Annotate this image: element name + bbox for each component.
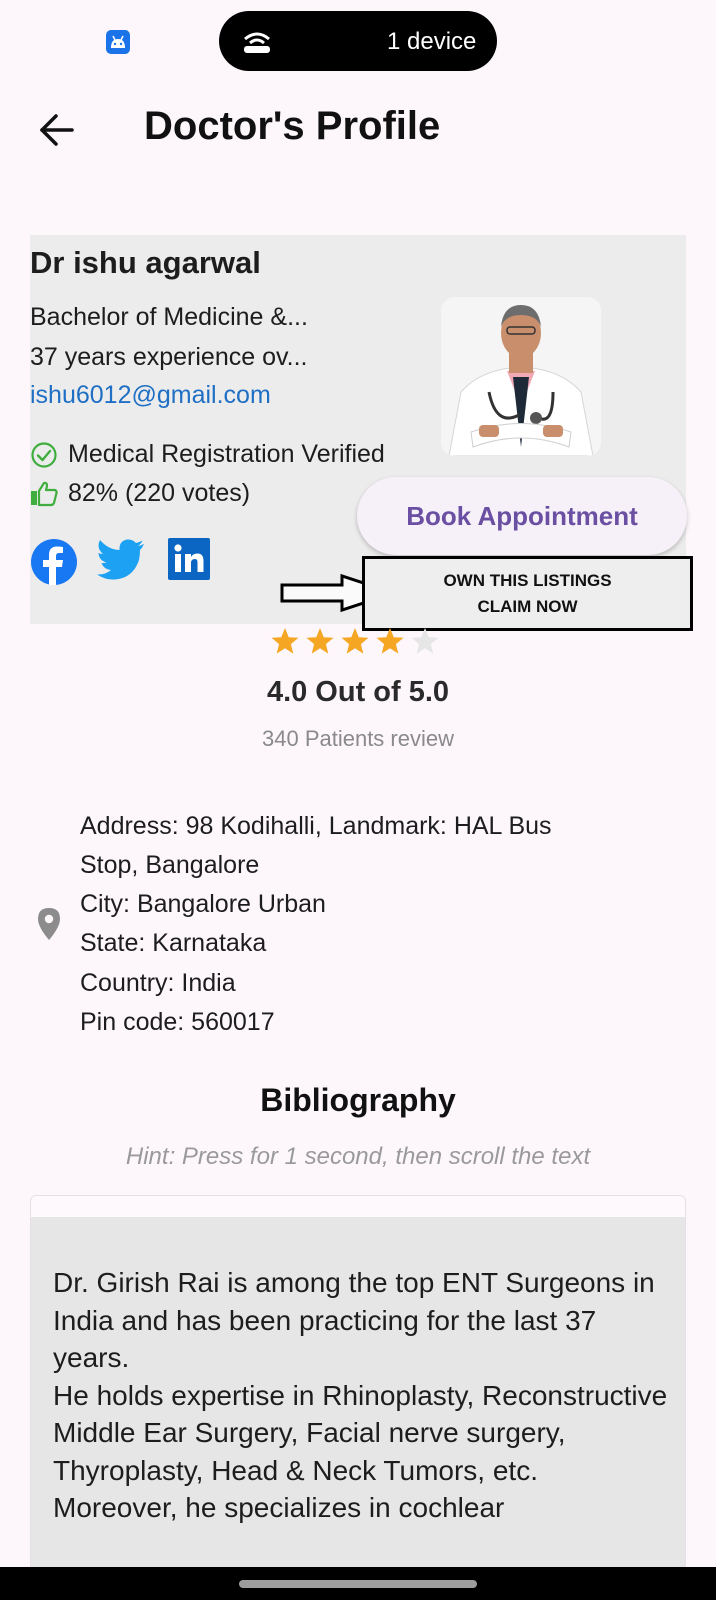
bibliography-title: Bibliography [260, 1082, 456, 1118]
arrow-left-icon[interactable] [34, 108, 78, 152]
star-icon [376, 628, 404, 654]
connected-devices-pill[interactable]: 1 device [219, 11, 497, 71]
linkedin-icon[interactable] [168, 538, 210, 580]
navigation-bar [0, 1567, 716, 1600]
rating-value: 4.0 Out of 5.0 [266, 676, 450, 708]
book-appointment-button[interactable]: Book Appointment [357, 477, 687, 555]
review-count: 340 Patients review [262, 726, 454, 751]
claim-line-2: CLAIM NOW [477, 597, 578, 616]
page-title: Doctor's Profile [144, 104, 441, 148]
twitter-icon[interactable] [96, 538, 146, 582]
bibliography-text-area[interactable]: Dr. Girish Rai is among the top ENT Surg… [31, 1217, 685, 1599]
address-country: Country: India [80, 969, 236, 997]
registration-verified-label: Medical Registration Verified [68, 440, 385, 468]
android-app-icon [106, 30, 130, 54]
doctor-experience: 37 years experience ov... [30, 343, 308, 371]
thumbs-up-icon [31, 481, 58, 507]
claim-listing-box[interactable]: OWN THIS LISTINGS CLAIM NOW [362, 556, 693, 631]
doctor-name: Dr ishu agarwal [30, 245, 261, 280]
bibliography-card[interactable]: Dr. Girish Rai is among the top ENT Surg… [30, 1195, 686, 1600]
address-state: State: Karnataka [80, 929, 267, 957]
star-icon [411, 628, 439, 654]
status-bar: 1 device [0, 0, 716, 80]
address-line-1: Address: 98 Kodihalli, Landmark: HAL Bus [80, 812, 552, 840]
device-count-label: 1 device [387, 28, 477, 55]
rating-stars [271, 628, 439, 654]
doctor-photo [441, 297, 601, 456]
check-circle-icon [31, 442, 57, 468]
bibliography-text: Dr. Girish Rai is among the top ENT Surg… [53, 1267, 668, 1523]
address-city: City: Bangalore Urban [80, 890, 326, 918]
facebook-icon[interactable] [30, 538, 78, 586]
cast-icon [244, 32, 270, 53]
address-pin-code: Pin code: 560017 [80, 1008, 275, 1036]
claim-line-1: OWN THIS LISTINGS [443, 571, 612, 590]
doctor-email-link[interactable]: ishu6012@gmail.com [30, 381, 271, 410]
star-icon [306, 628, 334, 654]
star-icon [341, 628, 369, 654]
address-line-2: Stop, Bangalore [80, 851, 260, 879]
votes-label: 82% (220 votes) [68, 479, 251, 507]
home-gesture-handle[interactable] [239, 1580, 477, 1588]
location-pin-icon [38, 908, 60, 940]
scroll-hint: Hint: Press for 1 second, then scroll th… [125, 1143, 591, 1170]
star-icon [271, 628, 299, 654]
doctor-degree: Bachelor of Medicine &... [30, 303, 308, 331]
